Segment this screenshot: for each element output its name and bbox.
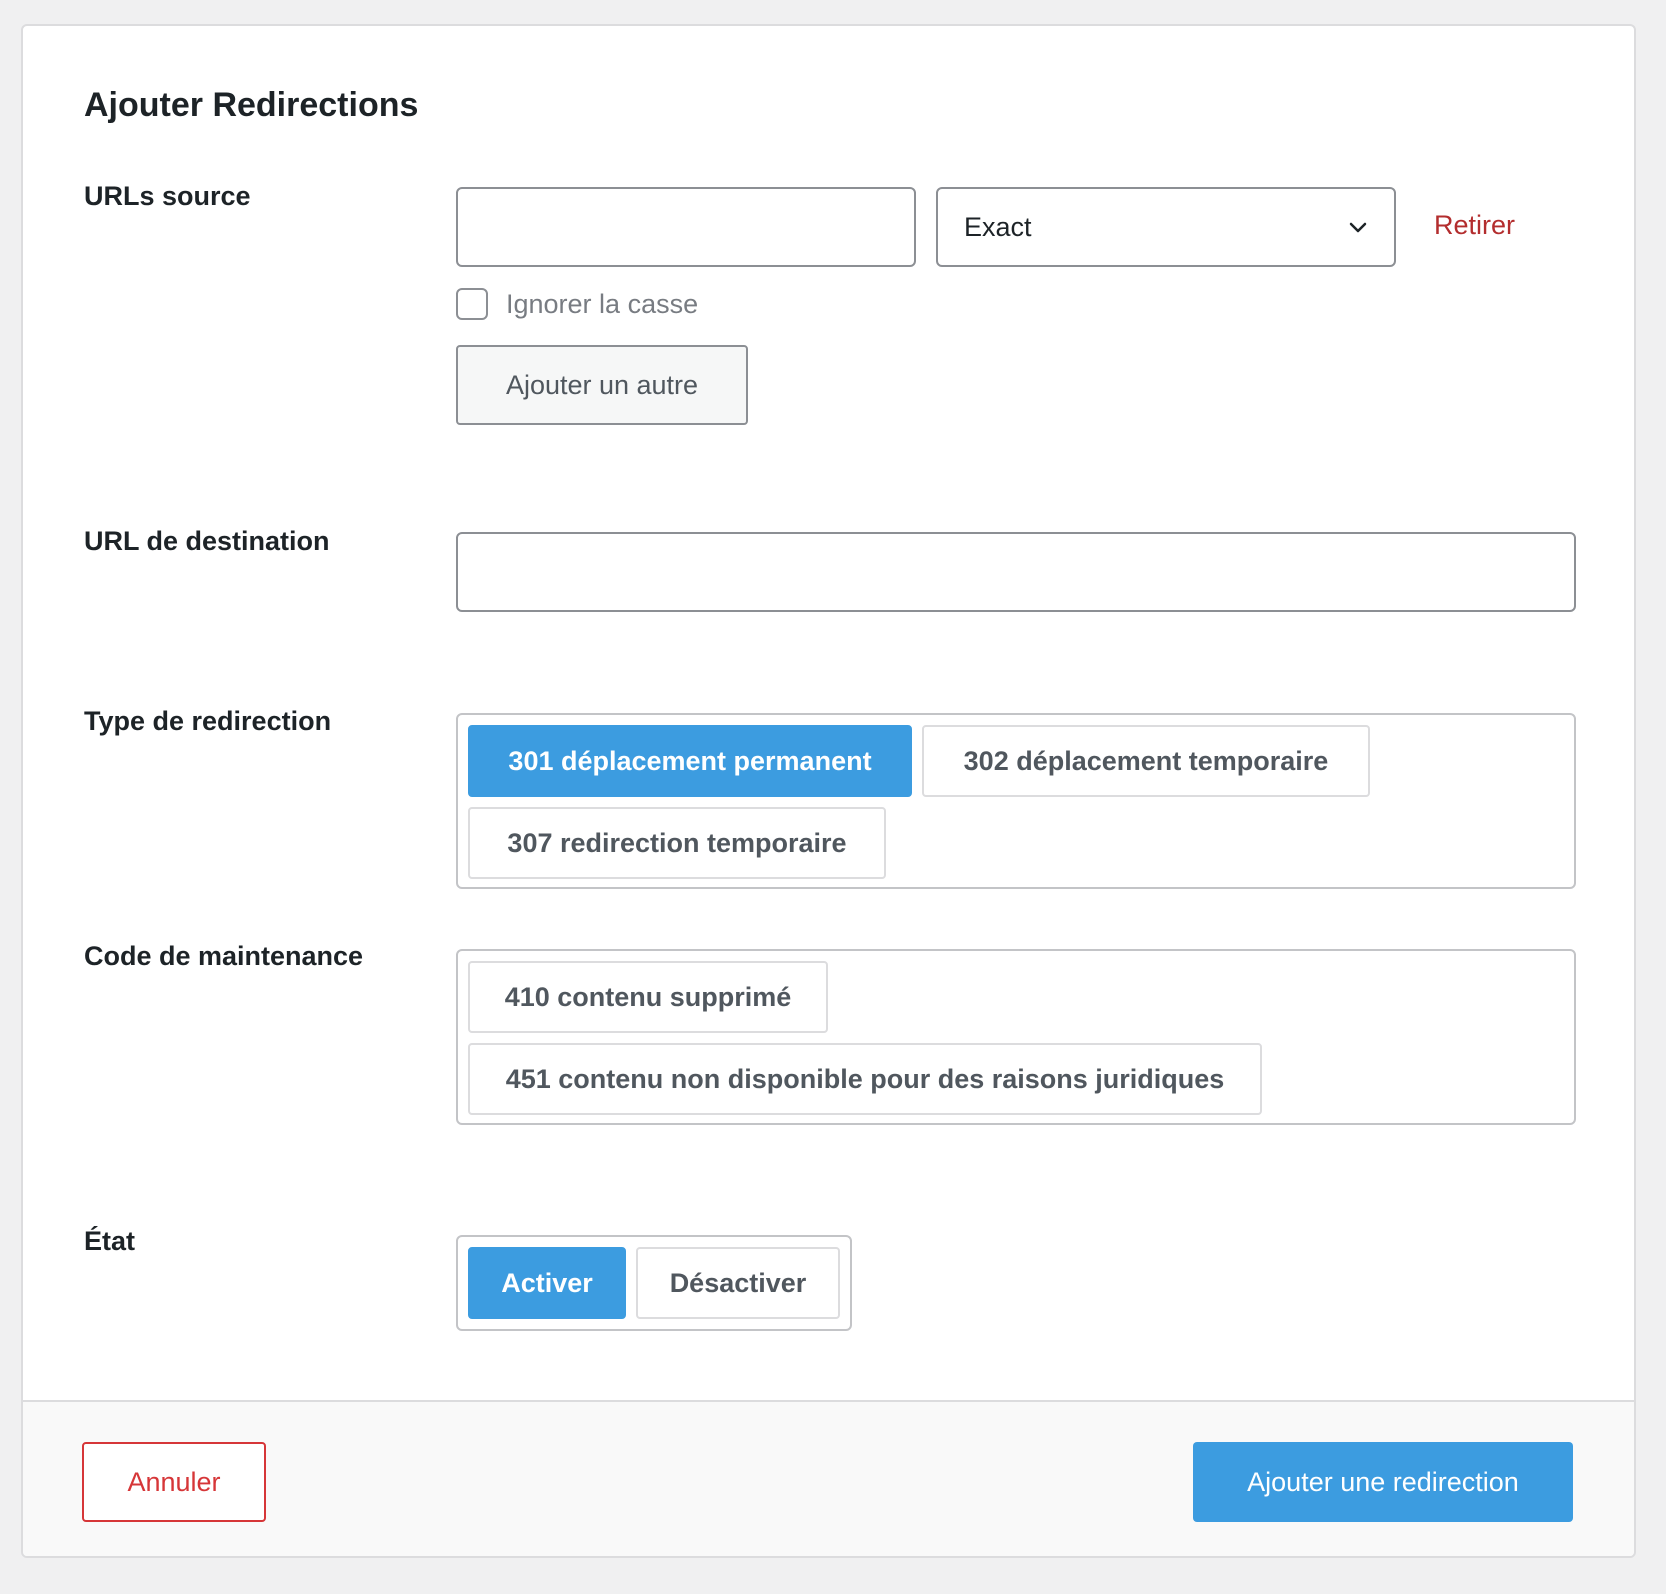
source-urls-label: URLs source bbox=[84, 181, 251, 211]
maintenance-code-label: Code de maintenance bbox=[84, 941, 364, 971]
add-another-button[interactable]: Ajouter un autre bbox=[456, 345, 748, 425]
maintenance-451-option[interactable]: 451 contenu non disponible pour des rais… bbox=[468, 1043, 1262, 1115]
maintenance-410-option[interactable]: 410 contenu supprimé bbox=[468, 961, 828, 1033]
status-enable-option[interactable]: Activer bbox=[468, 1247, 626, 1319]
dialog-title: Ajouter Redirections bbox=[84, 86, 419, 124]
destination-url-input[interactable] bbox=[456, 532, 1576, 612]
ignore-case-row: Ignorer la casse bbox=[456, 288, 698, 320]
source-url-input[interactable] bbox=[456, 187, 916, 267]
match-type-select[interactable]: Exact bbox=[936, 187, 1396, 267]
add-redirection-dialog: Ajouter Redirections URLs source Exact R… bbox=[21, 24, 1636, 1558]
match-type-value: Exact bbox=[964, 211, 1032, 242]
chevron-down-icon bbox=[1349, 222, 1367, 233]
remove-source-link[interactable]: Retirer bbox=[1434, 210, 1515, 241]
destination-url-label: URL de destination bbox=[84, 526, 330, 556]
add-redirection-button[interactable]: Ajouter une redirection bbox=[1193, 1442, 1573, 1522]
status-label: État bbox=[84, 1226, 136, 1256]
status-group: Activer Désactiver bbox=[456, 1235, 852, 1331]
ignore-case-checkbox[interactable] bbox=[456, 288, 488, 320]
redirect-302-option[interactable]: 302 déplacement temporaire bbox=[922, 725, 1370, 797]
cancel-button[interactable]: Annuler bbox=[82, 1442, 266, 1522]
maintenance-code-group: 410 contenu supprimé 451 contenu non dis… bbox=[456, 949, 1576, 1125]
redirect-type-group: 301 déplacement permanent 302 déplacemen… bbox=[456, 713, 1576, 889]
redirect-301-option[interactable]: 301 déplacement permanent bbox=[468, 725, 912, 797]
redirect-307-option[interactable]: 307 redirection temporaire bbox=[468, 807, 886, 879]
ignore-case-label: Ignorer la casse bbox=[506, 288, 699, 319]
redirect-type-label: Type de redirection bbox=[84, 706, 332, 736]
dialog-footer: Annuler Ajouter une redirection bbox=[23, 1400, 1634, 1556]
status-disable-option[interactable]: Désactiver bbox=[636, 1247, 840, 1319]
